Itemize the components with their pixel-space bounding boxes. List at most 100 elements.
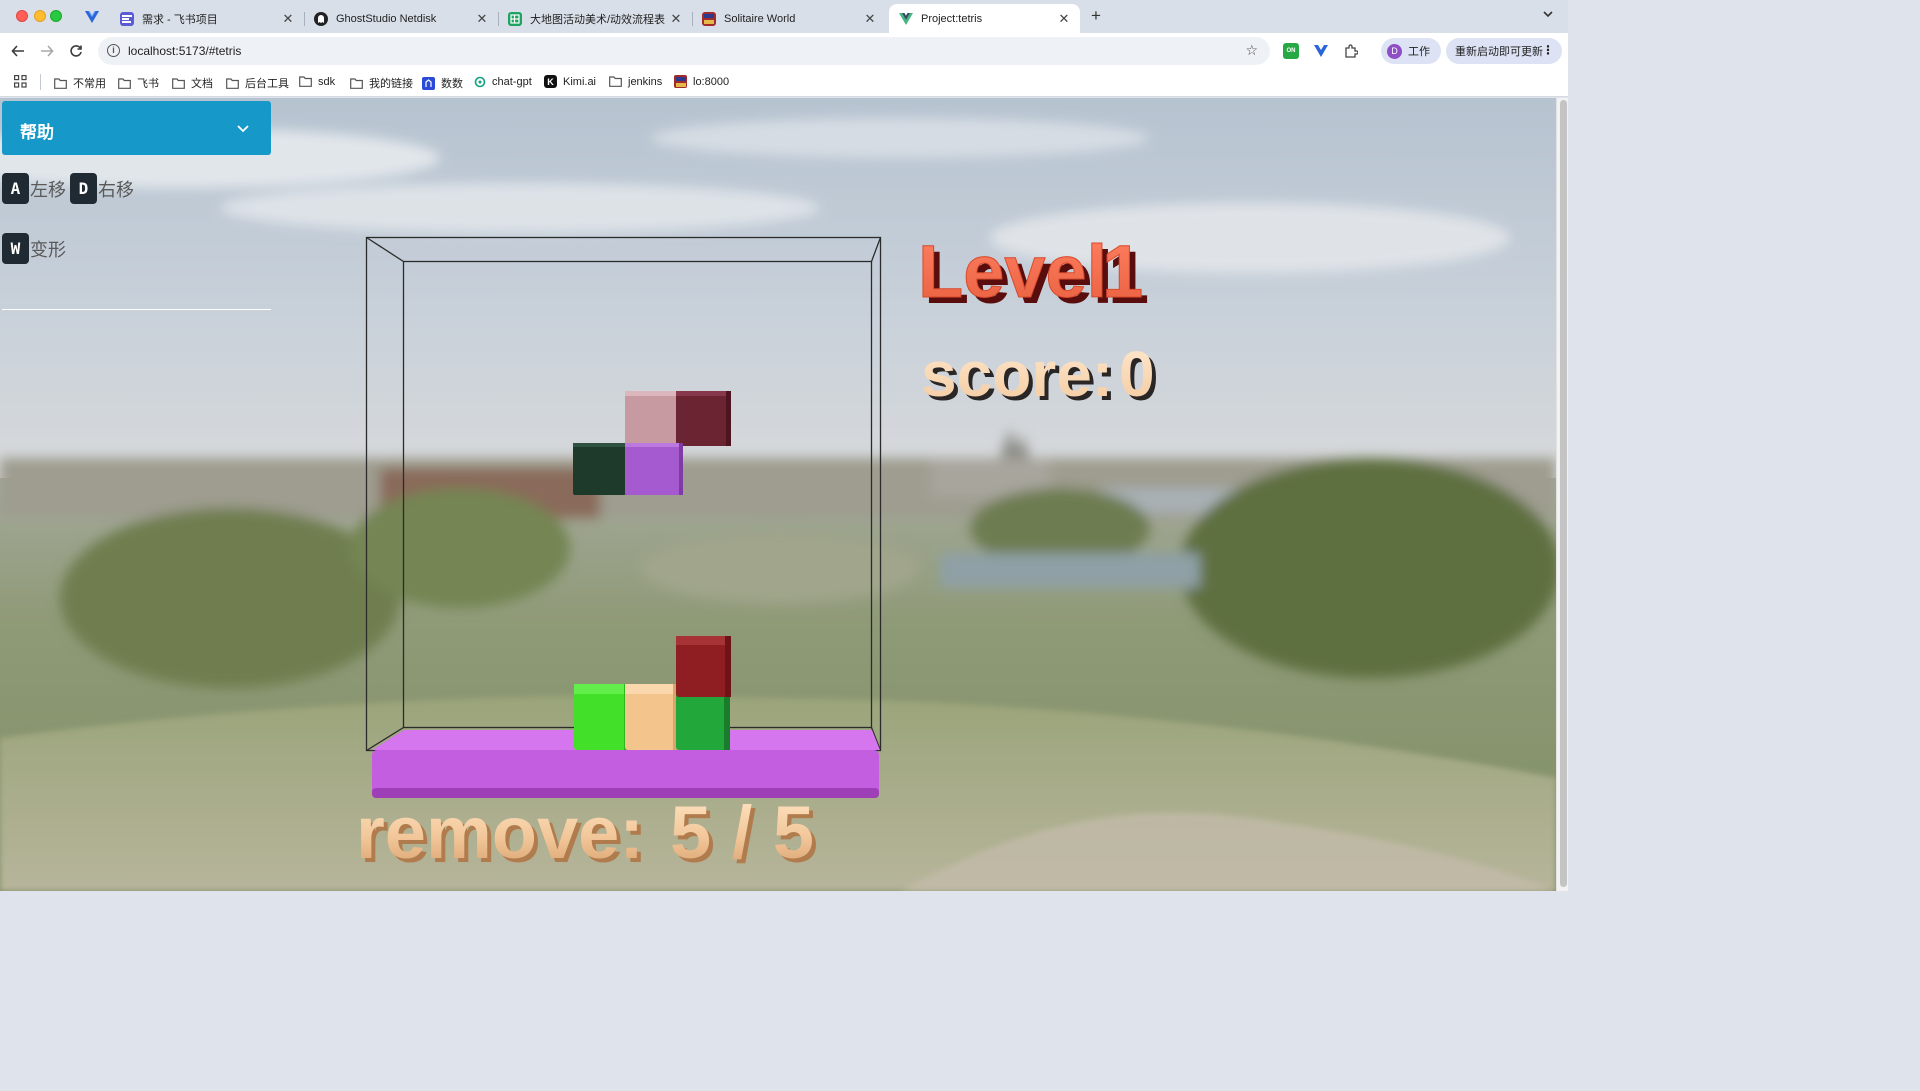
tab-ghoststudio[interactable]: GhostStudio Netdisk ✕: [304, 4, 499, 33]
bookmark-link[interactable]: lo:8000: [674, 75, 729, 88]
block-pink: [625, 391, 677, 443]
update-button[interactable]: 重新启动即可更新 ⋮: [1446, 38, 1562, 64]
profile-button[interactable]: D 工作: [1381, 38, 1441, 64]
bookmark-link[interactable]: K Kimi.ai: [544, 75, 596, 88]
score-display: score: 0 score: 0: [921, 338, 1159, 414]
tab-search-chevron-icon[interactable]: [1542, 8, 1554, 23]
help-divider: [2, 309, 271, 310]
bookmark-folder[interactable]: jenkins: [609, 75, 662, 88]
folder-icon: [118, 77, 131, 90]
page-viewport: Level 1 Level 1 score: 0 score: 0 remove…: [0, 98, 1568, 891]
bookmark-folder[interactable]: 飞书: [118, 75, 159, 91]
sheets-icon: [508, 11, 522, 26]
bookmark-link[interactable]: 数数: [422, 75, 463, 91]
back-button[interactable]: [9, 42, 27, 60]
help-title: 帮助: [20, 123, 54, 142]
block-red: [676, 636, 731, 697]
kimi-icon: K: [544, 75, 557, 88]
key-w-label: 变形: [30, 239, 66, 261]
site-info-icon[interactable]: i: [107, 44, 120, 57]
bookmark-label: 文档: [191, 78, 213, 90]
tab-tetris[interactable]: Project:tetris ✕: [889, 4, 1080, 33]
level-display: Level 1 Level 1: [918, 230, 1150, 320]
bookmark-folder[interactable]: sdk: [299, 75, 335, 88]
help-move-row: A 左移 D 右移: [2, 173, 138, 204]
block-maroon: [676, 391, 731, 446]
minimize-window-button[interactable]: [34, 10, 46, 22]
bookmark-label: 数数: [441, 78, 463, 90]
help-panel-header[interactable]: 帮助: [2, 101, 271, 155]
maximize-window-button[interactable]: [50, 10, 62, 22]
tab-strip: 需求 - 飞书项目 ✕ GhostStudio Netdisk ✕ 大地图活动美…: [0, 0, 1568, 33]
close-tab-icon[interactable]: ✕: [862, 11, 878, 27]
bookmark-folder[interactable]: 我的链接: [350, 75, 413, 91]
key-d-label: 右移: [98, 179, 134, 201]
close-tab-icon[interactable]: ✕: [280, 11, 296, 27]
bookmark-link[interactable]: chat-gpt: [473, 75, 532, 88]
remove-label: remove:: [356, 791, 644, 874]
more-menu-icon[interactable]: ⋮: [1542, 43, 1554, 57]
bookmark-folder[interactable]: 后台工具: [226, 75, 289, 91]
extensions-puzzle-icon[interactable]: [1343, 43, 1359, 59]
block-dark-green: [573, 443, 626, 495]
score-value: 0: [1119, 338, 1155, 410]
key-a: A: [2, 173, 29, 204]
bookmark-star-icon[interactable]: ☆: [1245, 42, 1258, 59]
ghost-icon: [314, 11, 328, 26]
key-w: W: [2, 233, 29, 264]
update-label: 重新启动即可更新: [1455, 46, 1543, 58]
page-scrollbar[interactable]: [1556, 98, 1568, 891]
extension-on-icon[interactable]: ON: [1283, 43, 1299, 59]
folder-icon: [609, 75, 622, 88]
block-peach: [625, 684, 679, 750]
bookmark-label: chat-gpt: [492, 75, 532, 88]
address-bar[interactable]: i localhost:5173/#tetris ☆: [98, 37, 1270, 65]
avatar: D: [1387, 43, 1402, 59]
scrollbar-thumb[interactable]: [1560, 100, 1567, 887]
bookmark-label: sdk: [318, 75, 336, 88]
profile-label: 工作: [1408, 46, 1430, 58]
apps-grid-icon[interactable]: [14, 75, 27, 93]
remove-progress: 5 / 5: [670, 791, 814, 874]
close-tab-icon[interactable]: ✕: [474, 11, 490, 27]
bookmarks-separator: [40, 74, 41, 90]
bookmark-label: 我的链接: [369, 78, 413, 90]
tab-title: Solitaire World: [724, 12, 796, 25]
new-tab-button[interactable]: +: [1087, 6, 1105, 25]
tab-sheet[interactable]: 大地图活动美术/动效流程表 - G ✕: [498, 4, 693, 33]
url-text: localhost:5173/#tetris: [128, 44, 242, 58]
shushu-icon: [422, 76, 435, 90]
bookmark-label: jenkins: [628, 75, 663, 88]
solitaire-icon: [674, 75, 687, 88]
tab-title: 大地图活动美术/动效流程表 - G: [530, 13, 668, 26]
tab-feishu[interactable]: 需求 - 飞书项目 ✕: [110, 4, 305, 33]
reload-button[interactable]: [67, 42, 85, 60]
close-tab-icon[interactable]: ✕: [1056, 11, 1072, 27]
forward-button[interactable]: [38, 42, 56, 60]
bookmark-folder[interactable]: 不常用: [54, 75, 106, 91]
score-label: score:: [921, 338, 1113, 410]
tab-solitaire[interactable]: Solitaire World ✕: [692, 4, 886, 33]
vue-icon: [899, 12, 913, 26]
game-scene[interactable]: Level 1 Level 1 score: 0 score: 0 remove…: [0, 98, 1556, 891]
pinned-tab-vue-icon[interactable]: [82, 7, 102, 27]
bookmark-folder[interactable]: 文档: [172, 75, 213, 91]
close-tab-icon[interactable]: ✕: [668, 11, 684, 27]
chatgpt-icon: [473, 75, 486, 88]
key-d: D: [70, 173, 97, 204]
folder-icon: [226, 77, 239, 90]
tab-title: GhostStudio Netdisk: [336, 12, 437, 25]
feishu-project-icon: [120, 11, 134, 26]
level-value: 1: [1102, 230, 1143, 313]
tab-title: Project:tetris: [921, 12, 983, 25]
bookmark-label: 飞书: [137, 78, 159, 90]
tab-title: 需求 - 飞书项目: [142, 13, 218, 26]
help-rotate-row: W 变形: [2, 233, 70, 264]
key-a-label: 左移: [30, 179, 66, 201]
bookmark-label: 后台工具: [245, 78, 289, 90]
close-window-button[interactable]: [16, 10, 28, 22]
block-green: [676, 688, 730, 750]
chevron-down-icon[interactable]: [235, 120, 251, 136]
folder-icon: [299, 75, 312, 88]
extension-vue-devtools-icon[interactable]: [1313, 43, 1329, 59]
